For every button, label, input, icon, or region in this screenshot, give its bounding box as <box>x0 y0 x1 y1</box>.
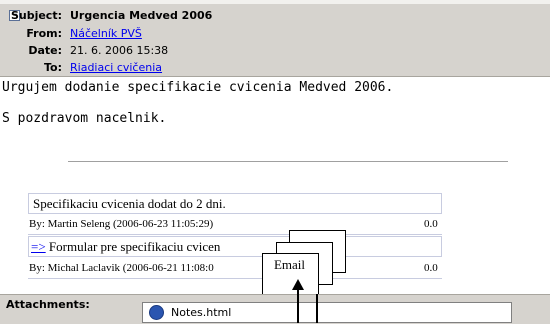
up-arrow-head <box>292 279 304 290</box>
arrow-annotations <box>292 279 318 323</box>
